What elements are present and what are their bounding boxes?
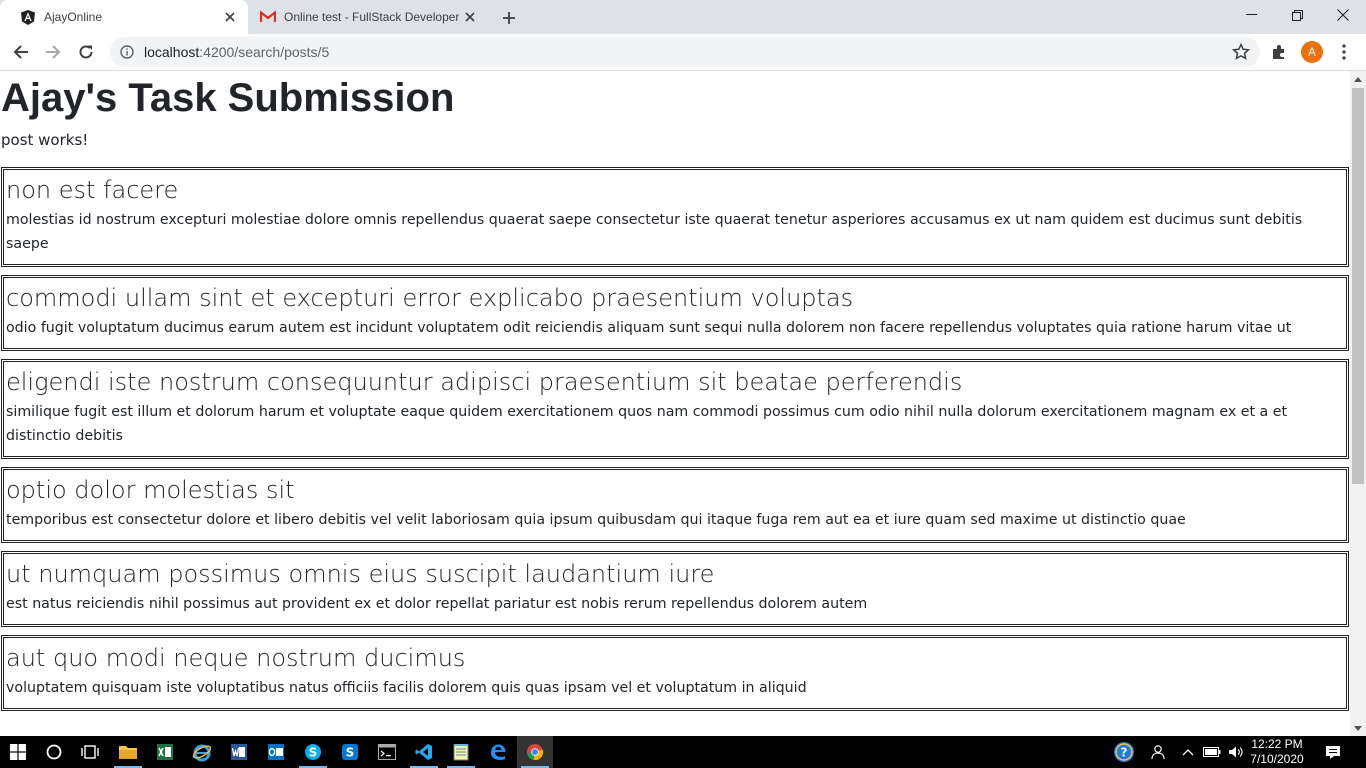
tab-online-test[interactable]: Online test - FullStack Developer xyxy=(248,0,488,34)
post-body: est natus reiciendis nihil possimus aut … xyxy=(6,596,868,612)
notifications-icon[interactable] xyxy=(1318,736,1348,768)
angular-icon xyxy=(20,9,36,25)
post-card: ut numquam possimus omnis eius suscipit … xyxy=(1,551,1349,627)
edge-icon[interactable] xyxy=(480,736,516,768)
notepad-icon[interactable] xyxy=(443,736,479,768)
post-title: non est facere xyxy=(6,176,179,204)
help-icon[interactable]: ? xyxy=(1112,736,1136,768)
post-body: voluptatem quisquam iste voluptatibus na… xyxy=(6,680,807,696)
cortana-icon[interactable] xyxy=(36,736,72,768)
tab-strip: AjayOnline Online test - FullStack Devel… xyxy=(0,0,1366,34)
post-card: aut quo modi neque nostrum ducimus volup… xyxy=(1,635,1349,711)
clock-time: 12:22 PM xyxy=(1251,737,1303,751)
info-icon[interactable] xyxy=(120,45,134,59)
close-window-icon[interactable] xyxy=(1320,0,1366,30)
task-view-icon[interactable] xyxy=(72,736,108,768)
bookmark-star-icon[interactable] xyxy=(1232,43,1250,61)
reload-icon[interactable] xyxy=(73,39,99,65)
cmd-icon[interactable] xyxy=(369,736,405,768)
forward-icon[interactable] xyxy=(40,39,66,65)
system-clock[interactable]: 12:22 PM 7/10/2020 xyxy=(1244,737,1310,767)
excel-icon[interactable] xyxy=(147,736,183,768)
status-text: post works! xyxy=(1,131,89,149)
restore-icon[interactable] xyxy=(1274,0,1320,30)
post-title: aut quo modi neque nostrum ducimus xyxy=(6,644,466,672)
skype-icon[interactable]: S xyxy=(295,736,331,768)
post-title: eligendi iste nostrum consequuntur adipi… xyxy=(6,368,963,396)
browser-toolbar: localhost:4200/search/posts/5 xyxy=(0,34,1366,71)
post-card: eligendi iste nostrum consequuntur adipi… xyxy=(1,359,1349,459)
svg-text:S: S xyxy=(309,746,318,760)
new-tab-icon[interactable] xyxy=(498,7,520,29)
close-tab-icon[interactable] xyxy=(222,9,238,25)
clock-date: 7/10/2020 xyxy=(1250,752,1304,766)
close-tab-icon[interactable] xyxy=(462,9,478,25)
skype-business-icon[interactable]: S xyxy=(332,736,368,768)
tab-title: AjayOnline xyxy=(44,10,103,24)
chevron-up-icon[interactable] xyxy=(1178,736,1198,768)
profile-avatar[interactable]: A xyxy=(1301,41,1323,63)
scroll-thumb[interactable] xyxy=(1352,88,1364,484)
tab-title: Online test - FullStack Developer xyxy=(284,10,460,24)
windows-start-icon[interactable] xyxy=(0,736,36,768)
url-text: localhost:4200/search/posts/5 xyxy=(144,44,329,60)
post-body: molestias id nostrum excepturi molestiae… xyxy=(6,212,1303,252)
address-bar[interactable]: localhost:4200/search/posts/5 xyxy=(110,37,1260,67)
post-card: optio dolor molestias sit temporibus est… xyxy=(1,467,1349,543)
post-title: commodi ullam sint et excepturi error ex… xyxy=(6,284,854,312)
minimize-icon[interactable] xyxy=(1228,0,1274,30)
post-card: commodi ullam sint et excepturi error ex… xyxy=(1,275,1349,351)
post-title: optio dolor molestias sit xyxy=(6,476,295,504)
svg-text:S: S xyxy=(346,746,355,760)
chrome-icon[interactable] xyxy=(517,736,553,768)
post-card: non est facere molestias id nostrum exce… xyxy=(1,167,1349,267)
scroll-down-icon[interactable] xyxy=(1350,720,1366,736)
outlook-icon[interactable] xyxy=(258,736,294,768)
menu-dots-icon[interactable] xyxy=(1331,39,1357,65)
post-body: temporibus est consectetur dolore et lib… xyxy=(6,512,1186,528)
post-body: odio fugit voluptatum ducimus earum aute… xyxy=(6,320,1292,336)
word-icon[interactable] xyxy=(221,736,257,768)
scroll-up-icon[interactable] xyxy=(1350,71,1366,87)
file-explorer-icon[interactable] xyxy=(110,736,146,768)
url-path: :4200/search/posts/5 xyxy=(199,44,330,60)
back-icon[interactable] xyxy=(8,39,34,65)
post-body: similique fugit est illum et dolorum har… xyxy=(6,404,1288,444)
vertical-scrollbar[interactable] xyxy=(1350,71,1366,736)
windows-taskbar: S S ? 12:22 PM 7/10/2020 xyxy=(0,736,1366,768)
page-viewport: Ajay's Task Submission post works! non e… xyxy=(0,71,1350,736)
page-title: Ajay's Task Submission xyxy=(1,76,455,120)
ie-icon[interactable] xyxy=(184,736,220,768)
svg-text:?: ? xyxy=(1121,746,1128,760)
people-icon[interactable] xyxy=(1148,736,1170,768)
extensions-icon[interactable] xyxy=(1266,39,1292,65)
tab-ajayonline[interactable]: AjayOnline xyxy=(0,0,248,34)
url-host: localhost xyxy=(144,44,200,60)
gmail-icon xyxy=(260,9,276,25)
vscode-icon[interactable] xyxy=(406,736,442,768)
battery-icon[interactable] xyxy=(1201,736,1223,768)
post-title: ut numquam possimus omnis eius suscipit … xyxy=(6,560,715,588)
